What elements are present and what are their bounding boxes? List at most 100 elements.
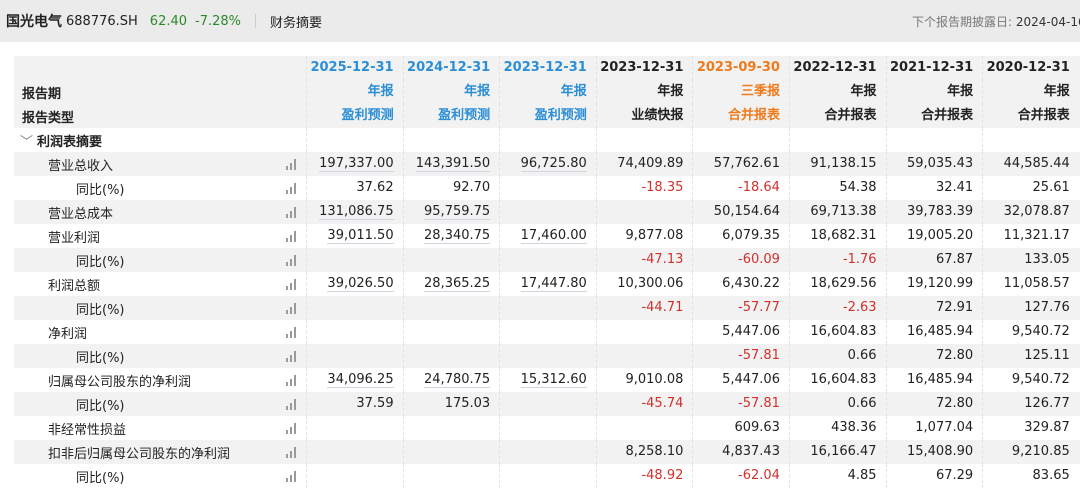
bar-chart-icon[interactable]: [284, 399, 298, 410]
row-label: 营业利润: [48, 230, 101, 246]
row-label: 同比(%): [76, 470, 125, 486]
value: 609.63: [734, 420, 780, 435]
value-cell: [306, 296, 403, 320]
bar-chart-icon[interactable]: [284, 303, 298, 314]
value-cell: 16,604.83: [788, 320, 886, 344]
value-cell: -57.77: [692, 296, 789, 320]
next-report-label: 下个报告期披露日:: [912, 15, 1013, 29]
value-cell: 24,780.75: [402, 368, 500, 392]
bar-chart-icon[interactable]: [284, 327, 298, 338]
value-cell: 16,166.47: [788, 440, 886, 464]
value-cell: 15,408.90: [885, 440, 983, 464]
value-cell: -2.63: [788, 296, 886, 320]
value-cell: -18.35: [595, 176, 693, 200]
value-cell: 11,058.57: [982, 272, 1079, 296]
value-cell: 54.38: [788, 176, 886, 200]
column-date[interactable]: 2020-12-31: [982, 56, 1079, 80]
value-cell: -57.81: [692, 344, 789, 368]
bar-chart-icon[interactable]: [284, 423, 298, 434]
value-cell: 8,258.10: [595, 440, 693, 464]
column-type: 合并报表: [885, 104, 983, 128]
value: 125.11: [1024, 348, 1070, 363]
column-date[interactable]: 2024-12-31: [402, 56, 500, 80]
value-cell: [499, 320, 596, 344]
value: 57,762.61: [713, 156, 780, 171]
value: 0.66: [847, 396, 877, 411]
value-cell: 6,430.22: [692, 272, 789, 296]
value-cell: 72.91: [885, 296, 983, 320]
value: 15,312.60: [520, 372, 587, 388]
value: -57.81: [738, 396, 780, 411]
table-row: 净利润 5,447.06 16,604.83 16,485.94 9,540.72: [14, 320, 1080, 344]
value-cell: -60.09: [692, 248, 789, 272]
bar-chart-icon[interactable]: [284, 375, 298, 386]
value: 91,138.15: [810, 156, 877, 171]
section-row[interactable]: ﹀ 利润表摘要: [14, 128, 1080, 152]
value-cell: [306, 248, 403, 272]
table-row: 同比(%) -48.92 -62.04 4.85 67.29 83.65: [14, 464, 1080, 488]
value: 19,005.20: [906, 228, 974, 243]
value: 4.85: [847, 468, 877, 483]
row-label-cell: 非经常性损益: [14, 416, 306, 440]
value-cell: 25.61: [982, 176, 1079, 200]
value-cell: 329.87: [982, 416, 1079, 440]
value: 16,485.94: [906, 372, 974, 387]
bar-chart-icon[interactable]: [284, 255, 298, 266]
bar-chart-icon[interactable]: [284, 207, 298, 218]
column-date[interactable]: 2023-12-31: [595, 56, 693, 80]
value-cell: 16,604.83: [788, 368, 886, 392]
value: -44.71: [641, 300, 684, 315]
value: 54.38: [839, 180, 877, 195]
row-label: 同比(%): [76, 254, 125, 270]
column-date[interactable]: 2025-12-31: [306, 56, 403, 80]
bar-chart-icon[interactable]: [284, 447, 298, 458]
bar-chart-icon[interactable]: [284, 159, 298, 170]
value-cell: [306, 344, 403, 368]
value: 28,340.75: [424, 228, 491, 244]
bar-chart-icon[interactable]: [284, 183, 298, 194]
table-row: 归属母公司股东的净利润 34,096.25 24,780.75 15,312.60 9,…: [14, 368, 1080, 392]
column-date[interactable]: 2022-12-31: [788, 56, 886, 80]
empty-cell: [885, 128, 983, 152]
value-cell: 72.80: [885, 392, 983, 416]
section-toggle[interactable]: ﹀ 利润表摘要: [14, 128, 306, 152]
value-cell: 126.77: [982, 392, 1079, 416]
section-title: 利润表摘要: [37, 134, 103, 150]
value: 126.77: [1024, 396, 1070, 411]
value: -60.09: [738, 252, 780, 267]
table-row: 同比(%) 37.62 92.70 -18.35 -18.64 54.38 32.41 25.…: [14, 176, 1080, 200]
column-type: 盈利预测: [402, 104, 500, 128]
value-cell: [306, 440, 403, 464]
bar-chart-icon[interactable]: [284, 471, 298, 482]
bar-chart-icon[interactable]: [284, 279, 298, 290]
page-title: 财务摘要: [270, 15, 323, 31]
column-date[interactable]: 2021-12-31: [885, 56, 983, 80]
column-date[interactable]: 2023-12-31: [499, 56, 596, 80]
bar-chart-icon[interactable]: [284, 351, 298, 362]
value-cell: [499, 440, 596, 464]
value-cell: [499, 392, 596, 416]
row-label: 扣非后归属母公司股东的净利润: [48, 446, 231, 462]
bar-chart-icon[interactable]: [284, 231, 298, 242]
value-cell: -47.13: [595, 248, 693, 272]
value-cell: 18,682.31: [788, 224, 886, 248]
value: 175.03: [444, 396, 491, 411]
value: -57.81: [738, 348, 780, 363]
value: -45.74: [641, 396, 684, 411]
value: 32,078.87: [1003, 204, 1070, 219]
value: 17,460.00: [520, 228, 587, 244]
value-cell: 59,035.43: [885, 152, 983, 176]
value-cell: 17,460.00: [499, 224, 596, 248]
value: 67.87: [935, 252, 974, 267]
row-label-cell: 营业总成本: [14, 200, 306, 224]
value: 18,682.31: [810, 228, 877, 243]
empty-cell: [402, 128, 500, 152]
value: 9,210.85: [1011, 444, 1070, 459]
value: 329.87: [1024, 420, 1070, 435]
value-cell: 32,078.87: [982, 200, 1079, 224]
column-date[interactable]: 2023-09-30: [692, 56, 789, 80]
value: 5,447.06: [722, 372, 780, 387]
value: 131,086.75: [319, 204, 394, 220]
row-label-cell: 同比(%): [14, 176, 306, 200]
value-cell: [402, 440, 500, 464]
